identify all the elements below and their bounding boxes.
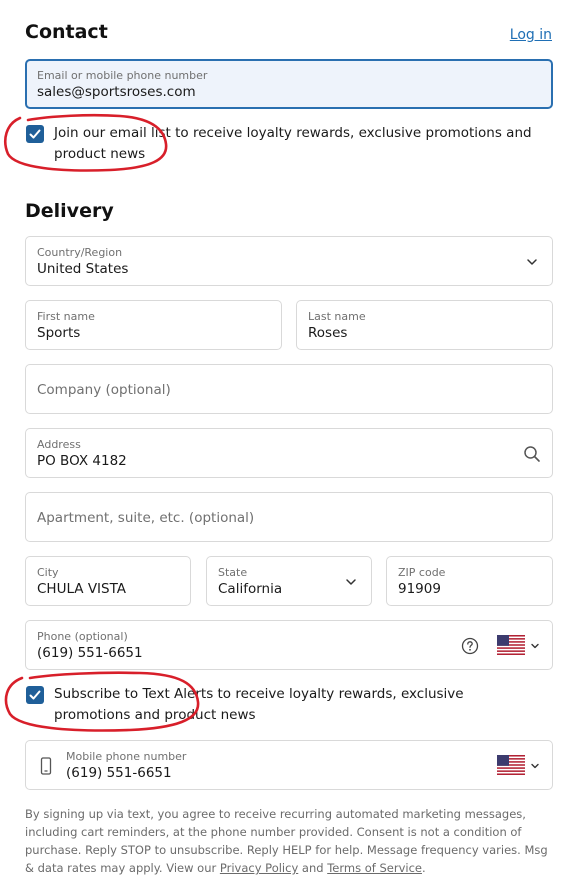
chevron-down-icon[interactable] <box>528 639 542 653</box>
address-label: Address <box>37 438 81 451</box>
zip-value[interactable]: 91909 <box>398 581 441 597</box>
apartment-placeholder: Apartment, suite, etc. (optional) <box>37 510 255 526</box>
state-label: State <box>218 566 248 579</box>
state-value: California <box>218 581 283 597</box>
mobile-phone-label: Mobile phone number <box>66 750 187 763</box>
mobile-phone-icon <box>39 757 53 775</box>
first-name-field[interactable]: First name Sports <box>25 300 282 350</box>
email-list-checkbox[interactable] <box>26 125 44 143</box>
privacy-policy-link[interactable]: Privacy Policy <box>220 861 298 875</box>
last-name-field[interactable]: Last name Roses <box>296 300 553 350</box>
zip-field[interactable]: ZIP code 91909 <box>386 556 553 606</box>
state-select[interactable]: State California <box>206 556 372 606</box>
chevron-down-icon <box>525 255 539 269</box>
email-list-label: Join our email list to receive loyalty r… <box>54 125 532 162</box>
chevron-down-icon[interactable] <box>528 759 542 773</box>
contact-title: Contact <box>25 21 108 43</box>
text-alerts-checkbox[interactable] <box>26 686 44 704</box>
phone-field[interactable]: Phone (optional) (619) 551-6651 <box>25 620 553 670</box>
terms-of-service-link[interactable]: Terms of Service <box>327 861 422 875</box>
company-field[interactable]: Company (optional) <box>25 364 553 414</box>
login-link[interactable]: Log in <box>510 27 552 43</box>
email-field[interactable]: Email or mobile phone number sales@sport… <box>25 59 553 109</box>
sms-disclaimer: By signing up via text, you agree to rec… <box>25 805 555 877</box>
check-icon <box>29 129 41 139</box>
country-select[interactable]: Country/Region United States <box>25 236 553 286</box>
disclaimer-and: and <box>298 861 328 875</box>
last-name-label: Last name <box>308 310 366 323</box>
email-list-option[interactable]: Join our email list to receive loyalty r… <box>26 125 556 169</box>
delivery-title: Delivery <box>25 200 114 222</box>
company-placeholder: Company (optional) <box>37 382 171 398</box>
email-field-value[interactable]: sales@sportsroses.com <box>37 84 196 100</box>
country-value: United States <box>37 261 129 277</box>
country-label: Country/Region <box>37 246 123 259</box>
mobile-phone-field[interactable]: Mobile phone number (619) 551-6651 <box>25 740 553 790</box>
phone-label: Phone (optional) <box>37 630 128 643</box>
city-value[interactable]: CHULA VISTA <box>37 581 126 597</box>
us-flag-icon[interactable] <box>497 635 525 655</box>
chevron-down-icon <box>344 575 358 589</box>
check-icon <box>29 690 41 700</box>
us-flag-icon[interactable] <box>497 755 525 775</box>
first-name-label: First name <box>37 310 95 323</box>
address-field[interactable]: Address PO BOX 4182 <box>25 428 553 478</box>
city-label: City <box>37 566 59 579</box>
zip-label: ZIP code <box>398 566 446 579</box>
text-alerts-label: Subscribe to Text Alerts to receive loya… <box>54 686 464 723</box>
first-name-value[interactable]: Sports <box>37 325 80 341</box>
address-value[interactable]: PO BOX 4182 <box>37 453 127 469</box>
city-field[interactable]: City CHULA VISTA <box>25 556 191 606</box>
apartment-field[interactable]: Apartment, suite, etc. (optional) <box>25 492 553 542</box>
disclaimer-end: . <box>421 861 426 875</box>
phone-value[interactable]: (619) 551-6651 <box>37 645 143 661</box>
email-field-label: Email or mobile phone number <box>37 69 208 82</box>
last-name-value[interactable]: Roses <box>308 325 347 341</box>
help-circle-icon[interactable] <box>461 637 479 655</box>
text-alerts-option[interactable]: Subscribe to Text Alerts to receive loya… <box>26 686 556 730</box>
search-icon[interactable] <box>523 445 541 463</box>
mobile-phone-value[interactable]: (619) 551-6651 <box>66 765 172 781</box>
